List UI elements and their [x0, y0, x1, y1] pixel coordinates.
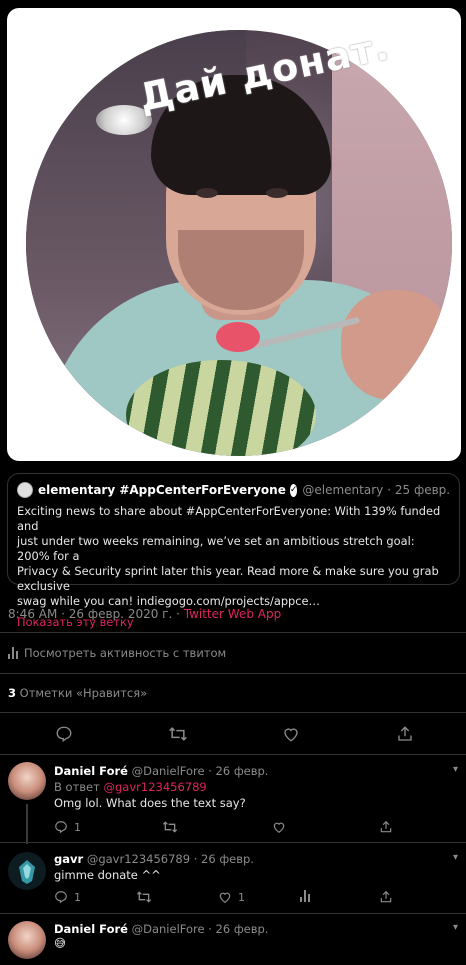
divider — [0, 913, 466, 914]
analytics-icon — [8, 647, 18, 659]
tweet-image[interactable]: Дай донат. — [7, 8, 461, 461]
reply-date[interactable]: · 26 февр. — [194, 852, 254, 866]
share-icon — [379, 820, 393, 834]
quoted-date: · 25 февр. — [387, 483, 451, 497]
reply-header: Daniel Foré @DanielFore · 26 февр. — [54, 764, 268, 778]
reply-icon — [54, 820, 68, 834]
reply-date[interactable]: · 26 февр. — [208, 764, 268, 778]
analytics-icon — [300, 890, 310, 902]
in-reply-prefix: В ответ — [54, 780, 104, 794]
like-count: 1 — [238, 890, 245, 904]
reply-count: 1 — [74, 820, 81, 834]
view-activity-label: Посмотреть активность с твитом — [24, 646, 227, 660]
avatar[interactable] — [8, 762, 46, 800]
reply-header: gavr @gavr123456789 · 26 февр. — [54, 852, 254, 866]
reply-header: Daniel Foré @DanielFore · 26 февр. — [54, 922, 268, 936]
divider — [0, 842, 466, 843]
reply-button[interactable]: 1 — [54, 820, 81, 834]
tweet-source-link[interactable]: Twitter Web App — [184, 607, 281, 621]
quoted-tweet-header: elementary #AppCenterForEveryone ✓ @elem… — [17, 482, 450, 498]
quoted-tweet-text: Exciting news to share about #AppCenterF… — [17, 504, 450, 609]
divider — [0, 632, 466, 633]
divider — [0, 754, 466, 755]
reply-author-handle[interactable]: @DanielFore — [132, 764, 205, 778]
share-icon[interactable] — [393, 722, 417, 746]
divider — [0, 673, 466, 674]
like-button[interactable]: 1 — [218, 890, 245, 904]
tweet-action-bar — [0, 722, 466, 746]
quoted-avatar — [17, 482, 33, 498]
mention-link[interactable]: @gavr123456789 — [104, 780, 207, 794]
like-button[interactable] — [272, 820, 286, 834]
quoted-text-line: Exciting news to share about #AppCenterF… — [17, 504, 441, 533]
tweet-timestamp: 8:46 AM · 26 февр. 2020 г. · Twitter Web… — [8, 607, 281, 621]
quoted-tweet[interactable]: elementary #AppCenterForEveryone ✓ @elem… — [7, 473, 460, 629]
reply-icon — [54, 890, 68, 904]
likes-count-link[interactable]: 3 Отметки «Нравится» — [8, 686, 147, 700]
quoted-text-line: just under two weeks remaining, we’ve se… — [17, 534, 415, 563]
share-button[interactable] — [379, 890, 393, 904]
retweet-button[interactable] — [162, 820, 178, 834]
like-icon — [218, 890, 232, 904]
like-icon[interactable] — [279, 722, 303, 746]
like-icon — [272, 820, 286, 834]
quoted-text-line: Privacy & Security sprint later this yea… — [17, 564, 439, 593]
reply-icon[interactable] — [52, 722, 76, 746]
share-icon — [379, 890, 393, 904]
reply-author-name[interactable]: gavr — [54, 852, 83, 866]
retweet-icon[interactable] — [166, 722, 190, 746]
reply-text: gimme donate ^^ — [54, 868, 161, 882]
in-reply-to: В ответ @gavr123456789 — [54, 780, 207, 794]
share-button[interactable] — [379, 820, 393, 834]
thread-line — [26, 804, 28, 844]
divider — [0, 712, 466, 713]
retweet-icon — [162, 820, 178, 834]
chevron-down-icon[interactable]: ▾ — [453, 852, 458, 863]
retweet-button[interactable] — [136, 890, 152, 904]
retweet-icon — [136, 890, 152, 904]
reply-author-handle[interactable]: @DanielFore — [132, 922, 205, 936]
reply-action-bar: 1 1 — [54, 890, 454, 906]
reply-button[interactable]: 1 — [54, 890, 81, 904]
quoted-author-name: elementary #AppCenterForEveryone — [38, 483, 286, 497]
quoted-author-handle: @elementary — [302, 483, 384, 497]
likes-count: 3 — [8, 686, 17, 700]
reply-author-name[interactable]: Daniel Foré — [54, 764, 128, 778]
reply-text: Omg lol. What does the text say? — [54, 796, 246, 810]
reply-count: 1 — [74, 890, 81, 904]
likes-label: Отметки «Нравится» — [16, 686, 148, 700]
avatar[interactable] — [8, 921, 46, 959]
reply-date[interactable]: · 26 февр. — [208, 922, 268, 936]
reply-action-bar: 1 — [54, 820, 454, 836]
tweet-time-date: 8:46 AM · 26 февр. 2020 г. · — [8, 607, 184, 621]
view-activity-link[interactable]: Посмотреть активность с твитом — [8, 646, 226, 660]
chevron-down-icon[interactable]: ▾ — [453, 922, 458, 933]
avatar[interactable] — [8, 852, 46, 890]
analytics-button[interactable] — [300, 890, 316, 902]
reply-text: 😅 — [54, 936, 66, 950]
verified-badge-icon: ✓ — [289, 483, 298, 497]
image-caption: Дай донат. — [135, 24, 394, 120]
reply-author-name[interactable]: Daniel Foré — [54, 922, 128, 936]
reply-author-handle[interactable]: @gavr123456789 — [87, 852, 190, 866]
chevron-down-icon[interactable]: ▾ — [453, 764, 458, 775]
